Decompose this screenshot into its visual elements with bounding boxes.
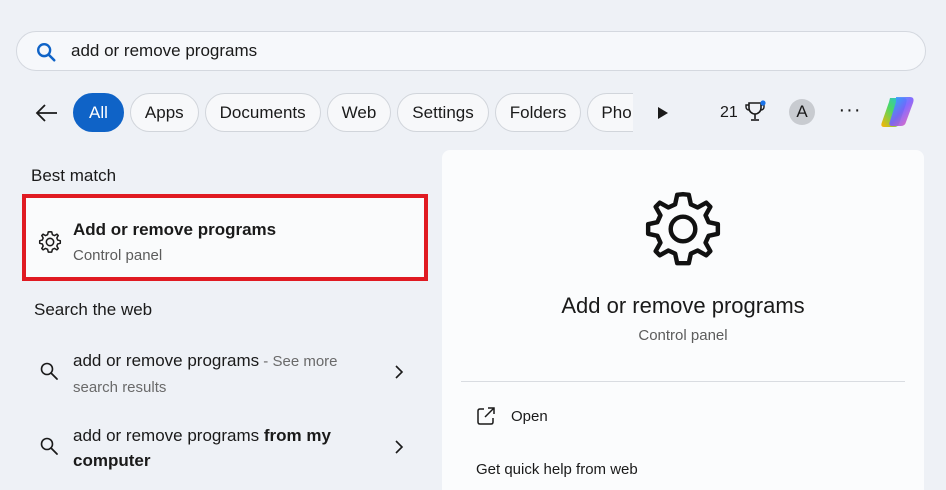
filter-photos[interactable]: Pho <box>587 93 634 132</box>
filter-documents[interactable]: Documents <box>204 93 321 132</box>
preview-title: Add or remove programs <box>561 293 805 318</box>
gear-icon <box>645 191 721 266</box>
scroll-filters-button[interactable] <box>652 102 674 124</box>
preview-pane: Add or remove programs Control panel Ope… <box>442 150 924 490</box>
divider <box>461 381 905 382</box>
open-action[interactable]: Open <box>476 406 676 430</box>
search-icon <box>40 437 58 455</box>
web-result-text: add or remove programs - See more search… <box>73 348 373 400</box>
search-web-heading: Search the web <box>34 300 153 319</box>
copilot-icon[interactable] <box>878 94 918 130</box>
filter-folders[interactable]: Folders <box>494 93 582 132</box>
rewards-points[interactable]: 21 <box>720 102 738 124</box>
more-options-button[interactable]: ··· <box>838 99 862 125</box>
search-icon <box>37 43 56 62</box>
web-result-query: add or remove programs <box>73 351 260 370</box>
back-button[interactable] <box>34 100 60 126</box>
best-match-result[interactable]: Add or remove programs Control panel <box>22 194 428 281</box>
arrow-left-icon <box>35 104 57 122</box>
web-result-query: add or remove programs <box>73 426 264 445</box>
search-box[interactable] <box>16 31 926 71</box>
filter-tabs: All Apps Documents Web Settings Folders … <box>73 93 635 133</box>
chevron-right-icon <box>395 365 404 379</box>
filter-all[interactable]: All <box>73 93 124 132</box>
web-result-2[interactable]: add or remove programs from my computer <box>22 420 428 486</box>
search-input[interactable] <box>71 38 891 64</box>
web-result-text: add or remove programs from my computer <box>73 423 373 473</box>
best-match-heading: Best match <box>31 166 117 185</box>
open-external-icon <box>477 407 495 425</box>
avatar[interactable]: A <box>789 99 815 125</box>
filter-web[interactable]: Web <box>326 93 392 132</box>
best-match-subtitle: Control panel <box>73 247 163 264</box>
open-label: Open <box>511 408 548 425</box>
filter-settings[interactable]: Settings <box>397 93 489 132</box>
web-result-1[interactable]: add or remove programs - See more search… <box>22 344 428 410</box>
preview-subtitle: Control panel <box>638 327 728 344</box>
filter-apps[interactable]: Apps <box>129 93 199 132</box>
chevron-right-icon <box>395 440 404 454</box>
search-icon <box>40 362 58 380</box>
play-icon <box>658 107 668 119</box>
trophy-icon[interactable] <box>744 100 766 124</box>
quick-help-action[interactable]: Get quick help from web <box>476 461 638 478</box>
gear-icon <box>38 230 62 253</box>
best-match-title: Add or remove programs <box>73 220 277 239</box>
